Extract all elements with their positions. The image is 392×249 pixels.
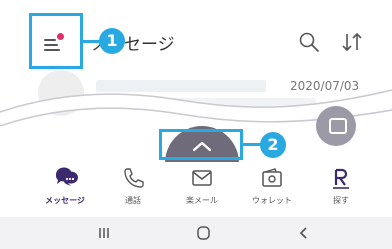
tab-label: ウォレット: [252, 196, 292, 205]
bottom-tab-bar: メッセージ 通話 楽メール ウォレット 探す: [0, 162, 392, 217]
page-title: メッ セージ: [91, 30, 175, 55]
message-bubble-icon: [55, 167, 78, 186]
callout-highlight-menu: [29, 13, 83, 69]
recent-apps-icon[interactable]: [94, 225, 114, 241]
home-icon[interactable]: [194, 225, 214, 241]
tab-calls[interactable]: 通話: [103, 166, 163, 214]
system-nav-bar: [0, 217, 392, 249]
tab-search[interactable]: 探す: [311, 166, 371, 214]
phone-icon: [124, 168, 144, 188]
callout-connector: [243, 143, 261, 146]
callout-badge-1: 1: [99, 28, 125, 54]
callout-badge-2: 2: [260, 132, 286, 158]
back-icon[interactable]: [294, 225, 314, 241]
tab-mail[interactable]: 楽メール: [172, 166, 232, 214]
callout-highlight-scroll-top: [159, 129, 243, 160]
app-screen: メッ セージ 2020/07/03: [0, 0, 392, 249]
tab-messages[interactable]: メッセージ: [35, 166, 95, 214]
compose-fab[interactable]: [316, 106, 356, 146]
tab-wallet[interactable]: ウォレット: [242, 166, 302, 214]
rakuten-search-icon: [333, 168, 349, 189]
sort-icon[interactable]: [341, 31, 363, 53]
mail-icon: [192, 170, 212, 186]
page-title-text: セージ: [124, 35, 175, 55]
tab-label: 楽メール: [186, 196, 218, 205]
tab-label: 探す: [333, 196, 349, 205]
tab-label: メッセージ: [45, 196, 85, 205]
wallet-icon: [262, 168, 282, 187]
tab-label: 通話: [125, 196, 141, 205]
search-icon[interactable]: [298, 31, 320, 53]
